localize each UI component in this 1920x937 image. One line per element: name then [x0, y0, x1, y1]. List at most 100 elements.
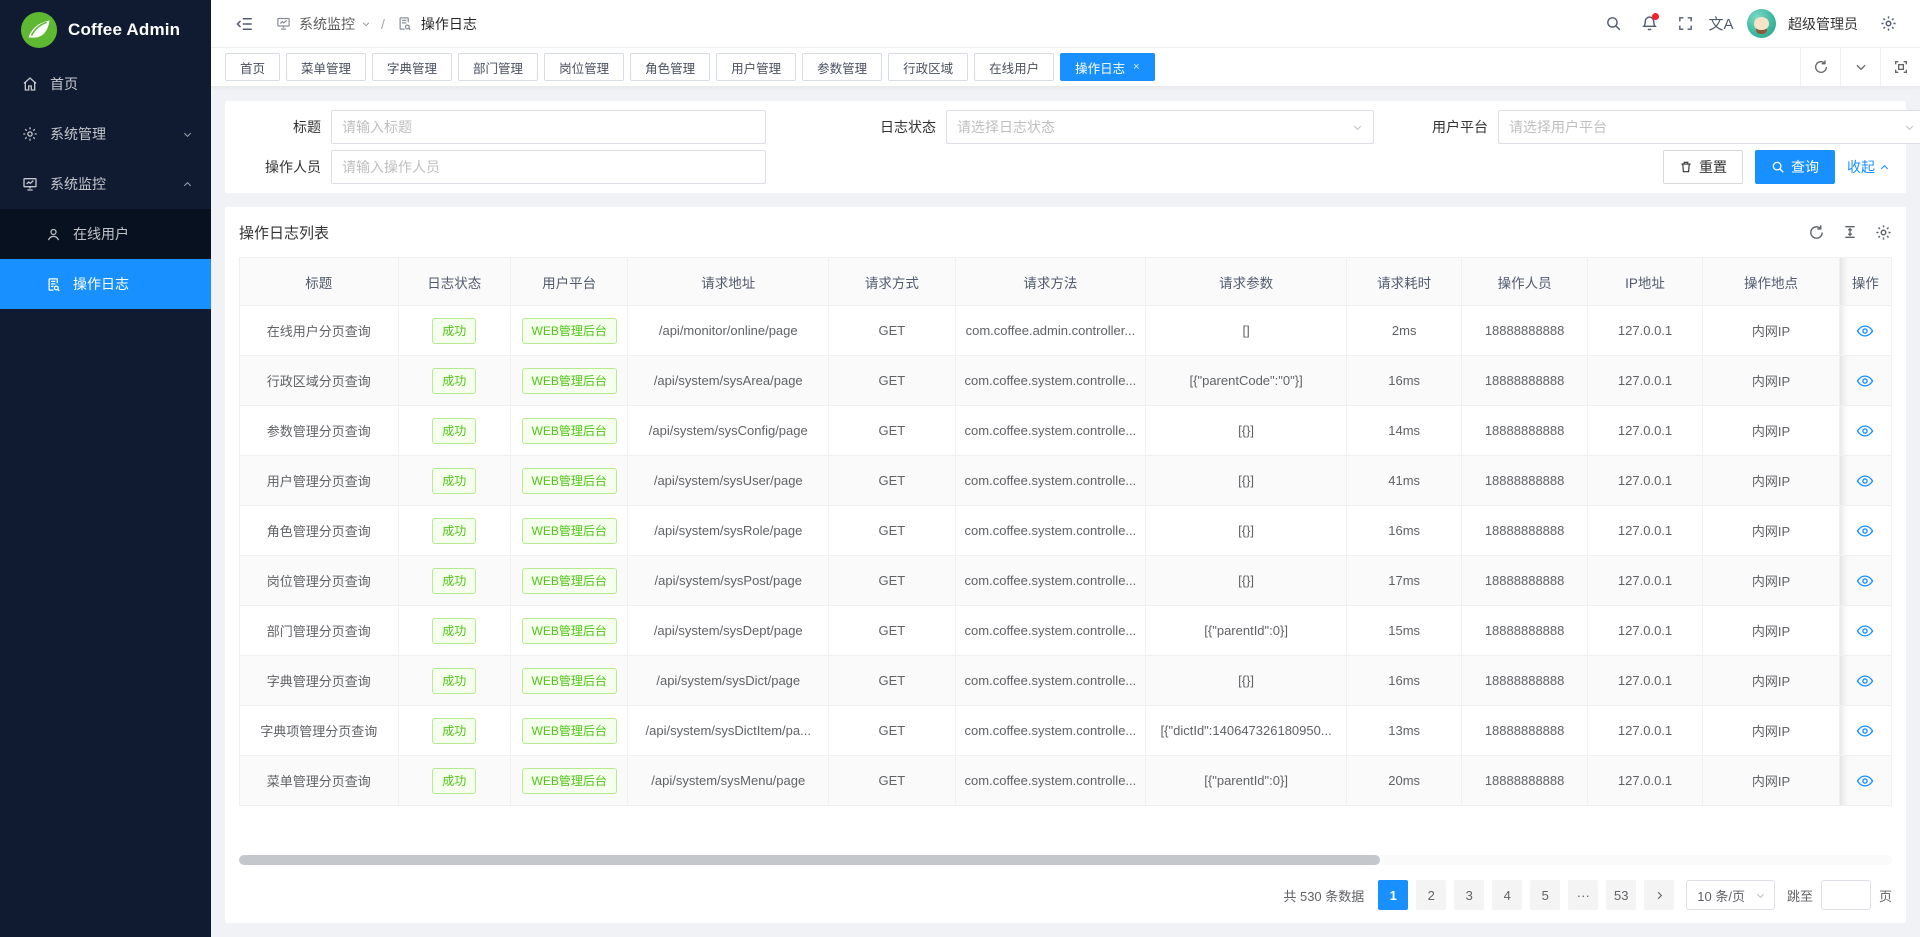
view-detail-eye-icon[interactable] — [1856, 472, 1874, 490]
page-number-button[interactable]: 1 — [1378, 880, 1408, 910]
column-header: 请求方法 — [955, 258, 1146, 306]
page-number-button[interactable]: 3 — [1454, 880, 1484, 910]
fullscreen-icon[interactable] — [1669, 8, 1701, 40]
cell-location: 内网IP — [1703, 556, 1839, 606]
tab-item[interactable]: 行政区域 — [888, 53, 968, 81]
tab-label: 行政区域 — [903, 58, 953, 77]
column-header: 操作地点 — [1703, 258, 1839, 306]
next-page-button[interactable] — [1644, 880, 1674, 910]
breadcrumb-parent[interactable]: 系统监控 — [299, 14, 355, 34]
tab-item[interactable]: 参数管理 — [802, 53, 882, 81]
tab-item[interactable]: 在线用户 — [974, 53, 1054, 81]
platform-badge: WEB管理后台 — [522, 468, 617, 494]
tab-item[interactable]: 字典管理 — [372, 53, 452, 81]
column-settings-gear-icon[interactable] — [1875, 224, 1892, 241]
chevron-down-icon[interactable] — [1840, 48, 1880, 86]
cell-operator: 18888888888 — [1462, 406, 1587, 456]
view-detail-eye-icon[interactable] — [1856, 772, 1874, 790]
tab-item[interactable]: 角色管理 — [630, 53, 710, 81]
platform-badge: WEB管理后台 — [510, 756, 627, 806]
tab-item[interactable]: 部门管理 — [458, 53, 538, 81]
cell-params: [{}] — [1146, 506, 1347, 556]
tabbar-tools — [1800, 48, 1920, 86]
status-select[interactable]: 请选择日志状态 — [946, 110, 1374, 144]
cell-request-url: /api/system/sysPost/page — [628, 556, 829, 606]
cell-duration: 15ms — [1346, 606, 1461, 656]
translate-icon[interactable]: 文A — [1705, 8, 1737, 40]
settings-gear-icon[interactable] — [1872, 8, 1904, 40]
cell-request-method: GET — [829, 606, 955, 656]
cell-location: 内网IP — [1703, 756, 1839, 806]
table-row: 字典管理分页查询成功WEB管理后台/api/system/sysDict/pag… — [240, 656, 1892, 706]
logo[interactable]: Coffee Admin — [0, 0, 211, 59]
view-detail-eye-icon[interactable] — [1856, 422, 1874, 440]
user-name[interactable]: 超级管理员 — [1788, 14, 1858, 34]
view-detail-eye-icon[interactable] — [1856, 572, 1874, 590]
title-input[interactable] — [342, 119, 755, 135]
collapse-filter-link[interactable]: 收起 — [1847, 157, 1890, 177]
cell-location: 内网IP — [1703, 406, 1839, 456]
cell-title: 字典项管理分页查询 — [240, 706, 399, 756]
cell-ip: 127.0.0.1 — [1587, 456, 1702, 506]
cell-ip: 127.0.0.1 — [1587, 306, 1702, 356]
cell-location: 内网IP — [1703, 306, 1839, 356]
page-jump: 跳至 页 — [1787, 880, 1892, 910]
column-header: 操作人员 — [1462, 258, 1587, 306]
cell-ip: 127.0.0.1 — [1587, 606, 1702, 656]
view-detail-eye-icon[interactable] — [1856, 672, 1874, 690]
jump-page-input[interactable] — [1821, 880, 1871, 910]
tab-item[interactable]: 操作日志× — [1060, 53, 1154, 81]
notification-bell-icon[interactable] — [1633, 8, 1665, 40]
cell-handler: com.coffee.system.controlle... — [955, 706, 1146, 756]
refresh-icon[interactable] — [1808, 224, 1825, 241]
view-detail-eye-icon[interactable] — [1856, 622, 1874, 640]
monitor-icon — [22, 176, 38, 192]
sidebar-item-system-monitor[interactable]: 系统监控 — [0, 159, 211, 209]
tab-item[interactable]: 岗位管理 — [544, 53, 624, 81]
tab-item[interactable]: 菜单管理 — [286, 53, 366, 81]
scrollbar-thumb[interactable] — [239, 855, 1380, 865]
cell-operator: 18888888888 — [1462, 506, 1587, 556]
search-button[interactable]: 查询 — [1755, 150, 1835, 184]
sidebar-item-system-mgmt[interactable]: 系统管理 — [0, 109, 211, 159]
search-icon — [1771, 160, 1785, 174]
tab-item[interactable]: 首页 — [225, 53, 280, 81]
sidebar-collapse-icon[interactable] — [229, 8, 261, 40]
cell-title: 用户管理分页查询 — [240, 456, 399, 506]
avatar[interactable] — [1747, 9, 1776, 38]
page-number-button[interactable]: 53 — [1606, 880, 1636, 910]
page-size-select[interactable]: 10 条/页 — [1686, 880, 1775, 910]
page-number-button[interactable]: 2 — [1416, 880, 1446, 910]
cell-request-url: /api/system/sysDict/page — [628, 656, 829, 706]
cell-params: [] — [1146, 306, 1347, 356]
sidebar-item-home[interactable]: 首页 — [0, 59, 211, 109]
cell-actions — [1839, 756, 1891, 806]
cell-ip: 127.0.0.1 — [1587, 556, 1702, 606]
refresh-icon[interactable] — [1800, 48, 1840, 86]
operator-input[interactable] — [342, 159, 755, 175]
view-detail-eye-icon[interactable] — [1856, 372, 1874, 390]
cell-handler: com.coffee.system.controlle... — [955, 606, 1146, 656]
maximize-icon[interactable] — [1880, 48, 1920, 86]
platform-badge: WEB管理后台 — [522, 568, 617, 594]
page-number-button[interactable]: 5 — [1530, 880, 1560, 910]
chevron-down-icon — [1352, 122, 1363, 133]
cell-operator: 18888888888 — [1462, 656, 1587, 706]
reset-button[interactable]: 重置 — [1663, 150, 1743, 184]
tab-label: 部门管理 — [473, 58, 523, 77]
view-detail-eye-icon[interactable] — [1856, 722, 1874, 740]
cell-actions — [1839, 706, 1891, 756]
column-header: 请求地址 — [628, 258, 829, 306]
sidebar-item-operation-log[interactable]: 操作日志 — [0, 259, 211, 309]
tab-item[interactable]: 用户管理 — [716, 53, 796, 81]
sidebar-item-online-users[interactable]: 在线用户 — [0, 209, 211, 259]
view-detail-eye-icon[interactable] — [1856, 322, 1874, 340]
tab-close-icon[interactable]: × — [1133, 61, 1139, 73]
view-detail-eye-icon[interactable] — [1856, 522, 1874, 540]
pagination-more-button[interactable]: ··· — [1568, 880, 1598, 910]
platform-select[interactable]: 请选择用户平台 — [1498, 110, 1920, 144]
search-icon[interactable] — [1597, 8, 1629, 40]
density-icon[interactable] — [1842, 224, 1858, 240]
page-number-button[interactable]: 4 — [1492, 880, 1522, 910]
cell-title: 字典管理分页查询 — [240, 656, 399, 706]
